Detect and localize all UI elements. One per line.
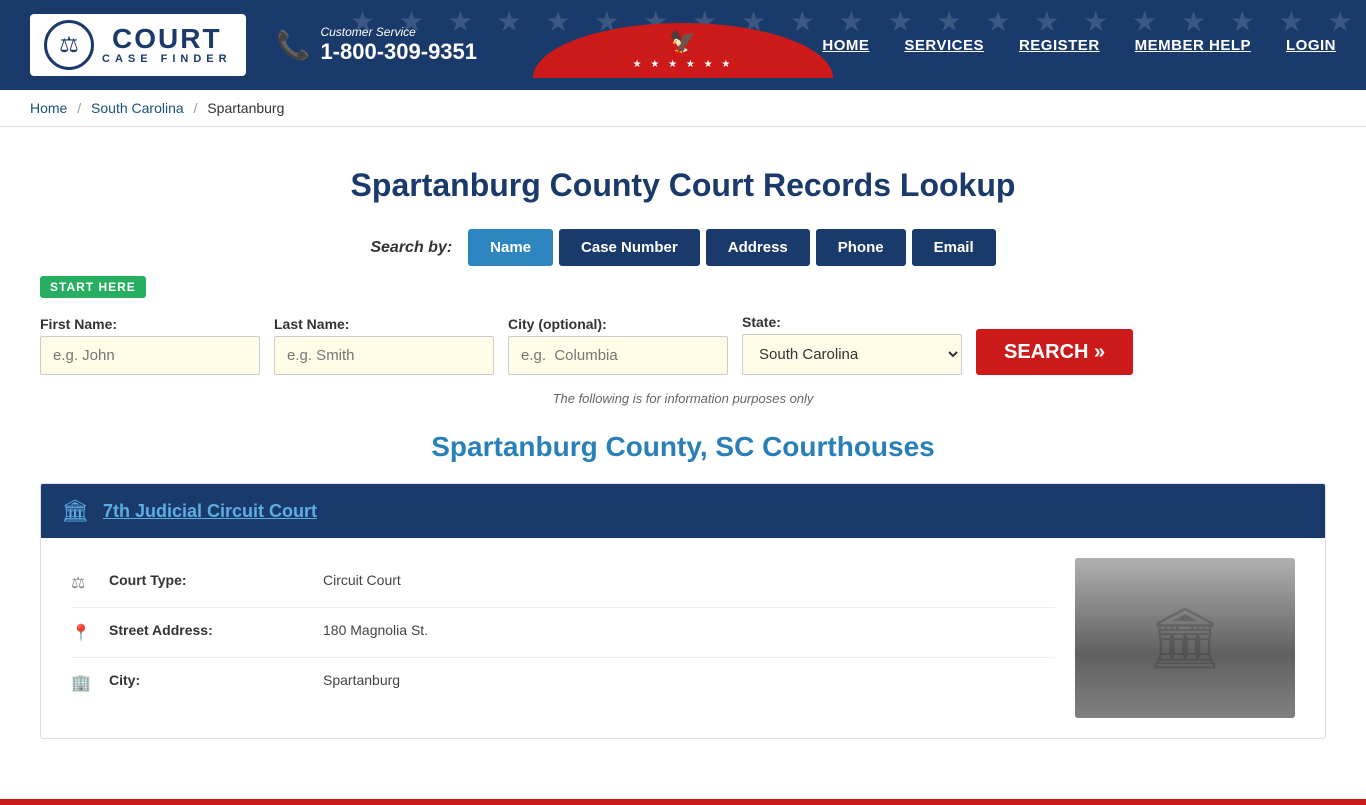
phone-block: 📞 Customer Service 1-800-309-9351 xyxy=(276,25,477,65)
street-label: Street Address: xyxy=(109,622,309,638)
court-image xyxy=(1075,558,1295,718)
site-header: ⚖ COURT CASE FINDER 📞 Customer Service 1… xyxy=(0,0,1366,90)
city-group: City (optional): xyxy=(508,316,728,375)
court-type-icon: ⚖ xyxy=(71,573,95,593)
nav-home[interactable]: HOME xyxy=(822,37,869,54)
breadcrumb-home[interactable]: Home xyxy=(30,100,67,116)
breadcrumb: Home / South Carolina / Spartanburg xyxy=(0,90,1366,127)
nav-member-help[interactable]: MEMBER HELP xyxy=(1135,37,1251,54)
search-form-area: START HERE First Name: Last Name: City (… xyxy=(40,276,1326,375)
bottom-bar xyxy=(0,799,1366,805)
court-card-header: 🏛 7th Judicial Circuit Court xyxy=(41,484,1325,538)
state-select[interactable]: South Carolina xyxy=(742,334,962,375)
tab-case-number[interactable]: Case Number xyxy=(559,229,700,266)
city-icon: 🏢 xyxy=(71,673,95,693)
court-type-row: ⚖ Court Type: Circuit Court xyxy=(71,558,1055,608)
logo-emblem: ⚖ xyxy=(44,20,94,70)
header-arc: 🦅 ★ ★ ★ ★ ★ ★ xyxy=(533,23,833,78)
court-card-body: ⚖ Court Type: Circuit Court 📍 Street Add… xyxy=(41,538,1325,738)
search-by-label: Search by: xyxy=(370,239,452,257)
breadcrumb-county: Spartanburg xyxy=(207,100,284,116)
search-tabs-row: Search by: Name Case Number Address Phon… xyxy=(40,229,1326,266)
search-form: First Name: Last Name: City (optional): … xyxy=(40,314,1326,375)
tab-phone[interactable]: Phone xyxy=(816,229,906,266)
first-name-label: First Name: xyxy=(40,316,260,332)
nav-services[interactable]: SERVICES xyxy=(904,37,984,54)
court-card: 🏛 7th Judicial Circuit Court ⚖ Court Typ… xyxy=(40,483,1326,739)
logo-text: COURT CASE FINDER xyxy=(102,25,232,65)
location-icon: 📍 xyxy=(71,623,95,643)
nav-login[interactable]: LOGIN xyxy=(1286,37,1336,54)
court-type-value: Circuit Court xyxy=(323,572,401,588)
courthouses-title: Spartanburg County, SC Courthouses xyxy=(40,431,1326,463)
search-button[interactable]: SEARCH » xyxy=(976,329,1133,375)
court-city-row: 🏢 City: Spartanburg xyxy=(71,658,1055,707)
city-detail-value: Spartanburg xyxy=(323,672,400,688)
city-input[interactable] xyxy=(508,336,728,375)
city-detail-label: City: xyxy=(109,672,309,688)
eagle-icon: 🦅 xyxy=(669,29,696,55)
tab-email[interactable]: Email xyxy=(912,229,996,266)
breadcrumb-state[interactable]: South Carolina xyxy=(91,100,184,116)
court-type-label: Court Type: xyxy=(109,572,309,588)
state-label: State: xyxy=(742,314,962,330)
last-name-input[interactable] xyxy=(274,336,494,375)
site-logo[interactable]: ⚖ COURT CASE FINDER xyxy=(30,14,246,76)
state-group: State: South Carolina xyxy=(742,314,962,375)
disclaimer-text: The following is for information purpose… xyxy=(40,391,1326,406)
court-name-link[interactable]: 7th Judicial Circuit Court xyxy=(103,501,317,522)
phone-label: Customer Service xyxy=(320,25,477,39)
nav-register[interactable]: REGISTER xyxy=(1019,37,1100,54)
city-label: City (optional): xyxy=(508,316,728,332)
tab-address[interactable]: Address xyxy=(706,229,810,266)
start-here-badge: START HERE xyxy=(40,276,146,298)
first-name-input[interactable] xyxy=(40,336,260,375)
court-street-row: 📍 Street Address: 180 Magnolia St. xyxy=(71,608,1055,658)
phone-icon: 📞 xyxy=(276,29,311,62)
tab-name[interactable]: Name xyxy=(468,229,553,266)
breadcrumb-sep-2: / xyxy=(194,100,198,116)
last-name-label: Last Name: xyxy=(274,316,494,332)
last-name-group: Last Name: xyxy=(274,316,494,375)
breadcrumb-sep-1: / xyxy=(77,100,81,116)
page-title: Spartanburg County Court Records Lookup xyxy=(40,167,1326,204)
street-value: 180 Magnolia St. xyxy=(323,622,428,638)
main-content: Spartanburg County Court Records Lookup … xyxy=(0,127,1366,799)
phone-number: 1-800-309-9351 xyxy=(320,39,477,65)
court-details: ⚖ Court Type: Circuit Court 📍 Street Add… xyxy=(71,558,1055,718)
court-building-icon: 🏛 xyxy=(61,498,89,524)
first-name-group: First Name: xyxy=(40,316,260,375)
main-nav: HOME SERVICES REGISTER MEMBER HELP LOGIN xyxy=(822,37,1336,54)
